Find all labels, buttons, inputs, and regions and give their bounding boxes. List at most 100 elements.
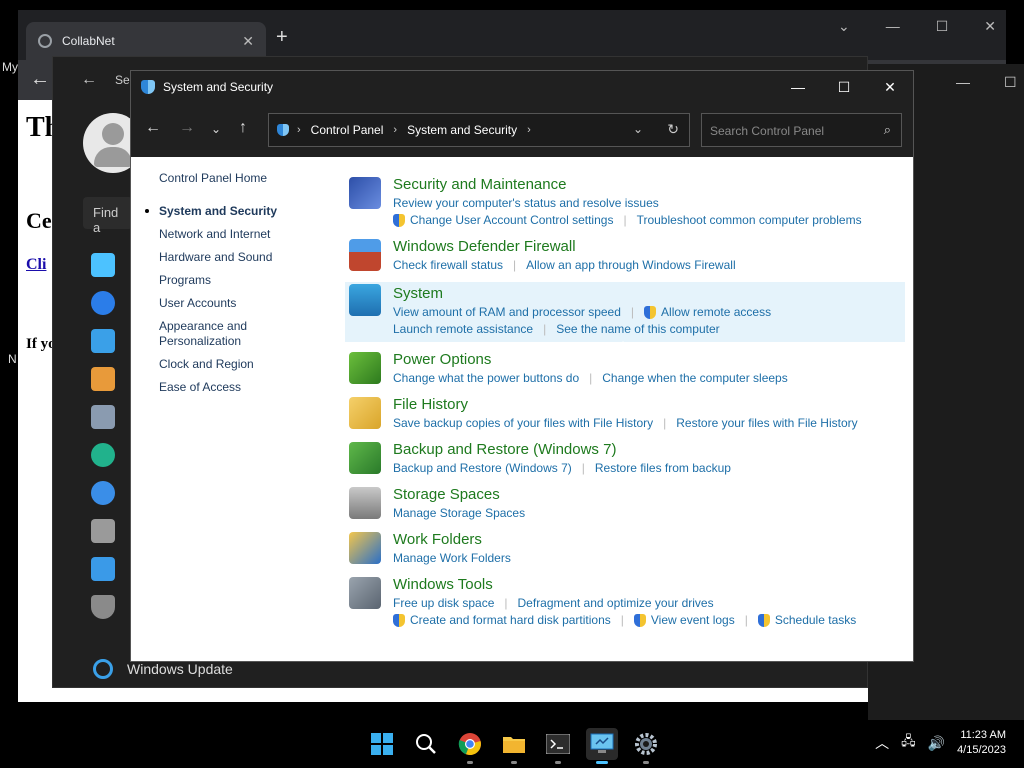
task-link[interactable]: Manage Storage Spaces <box>393 505 525 522</box>
personalization-icon[interactable] <box>91 367 115 391</box>
close-button[interactable]: ✕ <box>867 79 913 96</box>
browser-tab[interactable]: CollabNet ✕ <box>26 22 266 60</box>
clock[interactable]: 11:23 AM 4/15/2023 <box>957 728 1006 758</box>
backup-icon[interactable] <box>349 442 381 474</box>
maximize-icon[interactable]: ☐ <box>1004 74 1017 91</box>
time-language-icon[interactable] <box>91 481 115 505</box>
chevron-right-icon[interactable]: › <box>527 124 531 136</box>
apps-icon[interactable] <box>91 405 115 429</box>
task-link[interactable]: Backup and Restore (Windows 7) <box>393 460 572 477</box>
sidebar-item-ease-of-access[interactable]: Ease of Access <box>159 380 339 395</box>
tools-icon[interactable] <box>349 577 381 609</box>
category-title[interactable]: Power Options <box>393 350 907 370</box>
forward-arrow-icon[interactable]: → <box>179 119 195 137</box>
minimize-icon[interactable]: — <box>886 18 900 35</box>
control-panel-taskbar-icon[interactable] <box>586 728 618 764</box>
firewall-icon[interactable] <box>349 239 381 271</box>
task-link[interactable]: Change what the power buttons do <box>393 370 579 387</box>
start-button[interactable] <box>366 728 398 760</box>
address-bar[interactable]: › Control Panel › System and Security › … <box>268 113 690 147</box>
up-arrow-icon[interactable]: ↑ <box>239 119 247 137</box>
category-title[interactable]: Work Folders <box>393 530 907 550</box>
sidebar-item-clock-region[interactable]: Clock and Region <box>159 357 339 372</box>
breadcrumb-system-security[interactable]: System and Security <box>407 123 517 137</box>
terminal-icon[interactable] <box>542 728 574 764</box>
search-icon[interactable] <box>410 728 442 760</box>
close-tab-icon[interactable]: ✕ <box>242 33 254 50</box>
sidebar-item-user-accounts[interactable]: User Accounts <box>159 296 339 311</box>
sidebar-item-hardware[interactable]: Hardware and Sound <box>159 250 339 265</box>
battery-icon[interactable] <box>349 352 381 384</box>
sidebar-item-programs[interactable]: Programs <box>159 273 339 288</box>
sidebar-item-appearance[interactable]: Appearance and Personalization <box>159 319 259 349</box>
network-icon[interactable]: 🖧 <box>901 732 916 754</box>
back-arrow-icon[interactable]: ← <box>81 71 97 89</box>
category-title[interactable]: Windows Tools <box>393 575 907 595</box>
task-link[interactable]: Restore your files with File History <box>676 415 857 432</box>
chevron-up-icon[interactable]: ︿ <box>875 733 889 753</box>
task-link[interactable]: Manage Work Folders <box>393 550 511 567</box>
task-link[interactable]: View event logs <box>633 612 735 629</box>
chevron-right-icon[interactable]: › <box>393 124 397 136</box>
maximize-icon[interactable]: ☐ <box>936 18 949 35</box>
category-title[interactable]: Security and Maintenance <box>393 175 907 195</box>
category-title[interactable]: System <box>393 284 905 304</box>
task-link[interactable]: Restore files from backup <box>595 460 731 477</box>
task-link[interactable]: Save backup copies of your files with Fi… <box>393 415 653 432</box>
maximize-button[interactable]: ☐ <box>821 79 867 96</box>
sidebar-item-network[interactable]: Network and Internet <box>159 227 339 242</box>
task-link[interactable]: Troubleshoot common computer problems <box>637 212 862 229</box>
task-link[interactable]: Schedule tasks <box>757 612 856 629</box>
settings-search-input[interactable]: Find a <box>83 197 133 235</box>
task-link[interactable]: See the name of this computer <box>556 321 719 338</box>
close-icon[interactable]: ✕ <box>984 18 996 35</box>
minimize-icon[interactable]: — <box>956 74 970 90</box>
sidebar-item-home[interactable]: Control Panel Home <box>159 171 339 186</box>
accounts-icon[interactable] <box>91 443 115 467</box>
task-link[interactable]: Create and format hard disk partitions <box>393 612 611 629</box>
search-input[interactable]: Search Control Panel ⌕ <box>701 113 902 147</box>
task-link[interactable]: Allow an app through Windows Firewall <box>526 257 735 274</box>
page-link[interactable]: Cli <box>26 256 46 274</box>
back-arrow-icon[interactable]: ← <box>30 68 50 91</box>
search-icon[interactable]: ⌕ <box>884 122 891 138</box>
work-folders-icon[interactable] <box>349 532 381 564</box>
chevron-right-icon[interactable]: › <box>297 124 301 136</box>
task-link[interactable]: View amount of RAM and processor speed <box>393 304 621 321</box>
gaming-icon[interactable] <box>91 519 115 543</box>
volume-icon[interactable]: 🔊 <box>928 735 945 752</box>
system-icon[interactable] <box>91 253 115 277</box>
task-link[interactable]: Allow remote access <box>644 304 771 321</box>
minimize-button[interactable]: — <box>775 79 821 95</box>
task-link[interactable]: Defragment and optimize your drives <box>518 595 714 612</box>
privacy-shield-icon[interactable] <box>91 595 115 619</box>
category-title[interactable]: File History <box>393 395 907 415</box>
new-tab-icon[interactable]: + <box>276 26 288 49</box>
task-link[interactable]: Launch remote assistance <box>393 321 533 338</box>
category-title[interactable]: Backup and Restore (Windows 7) <box>393 440 907 460</box>
task-link[interactable]: Change User Account Control settings <box>393 212 613 229</box>
task-link[interactable]: Change when the computer sleeps <box>602 370 787 387</box>
category-title[interactable]: Windows Defender Firewall <box>393 237 907 257</box>
sidebar-item-system-security[interactable]: System and Security <box>145 204 339 219</box>
file-explorer-icon[interactable] <box>498 728 530 764</box>
task-link[interactable]: Review your computer's status and resolv… <box>393 195 659 212</box>
monitor-icon[interactable] <box>349 284 381 316</box>
bluetooth-icon[interactable] <box>91 291 115 315</box>
refresh-icon[interactable]: ↻ <box>667 121 679 138</box>
category-title[interactable]: Storage Spaces <box>393 485 907 505</box>
accessibility-icon[interactable] <box>91 557 115 581</box>
storage-icon[interactable] <box>349 487 381 519</box>
chrome-icon[interactable] <box>454 728 486 764</box>
task-link[interactable]: Check firewall status <box>393 257 503 274</box>
breadcrumb-control-panel[interactable]: Control Panel <box>311 123 384 137</box>
address-dropdown-icon[interactable]: ⌄ <box>633 122 643 136</box>
file-history-icon[interactable] <box>349 397 381 429</box>
chevron-down-icon[interactable]: ⌄ <box>838 18 850 35</box>
network-icon[interactable] <box>91 329 115 353</box>
recent-locations-chevron-icon[interactable]: ⌄ <box>211 122 221 136</box>
task-link[interactable]: Free up disk space <box>393 595 494 612</box>
back-arrow-icon[interactable]: ← <box>145 119 161 137</box>
sidebar-item-windows-update[interactable]: Windows Update <box>93 659 233 679</box>
flag-icon[interactable] <box>349 177 381 209</box>
